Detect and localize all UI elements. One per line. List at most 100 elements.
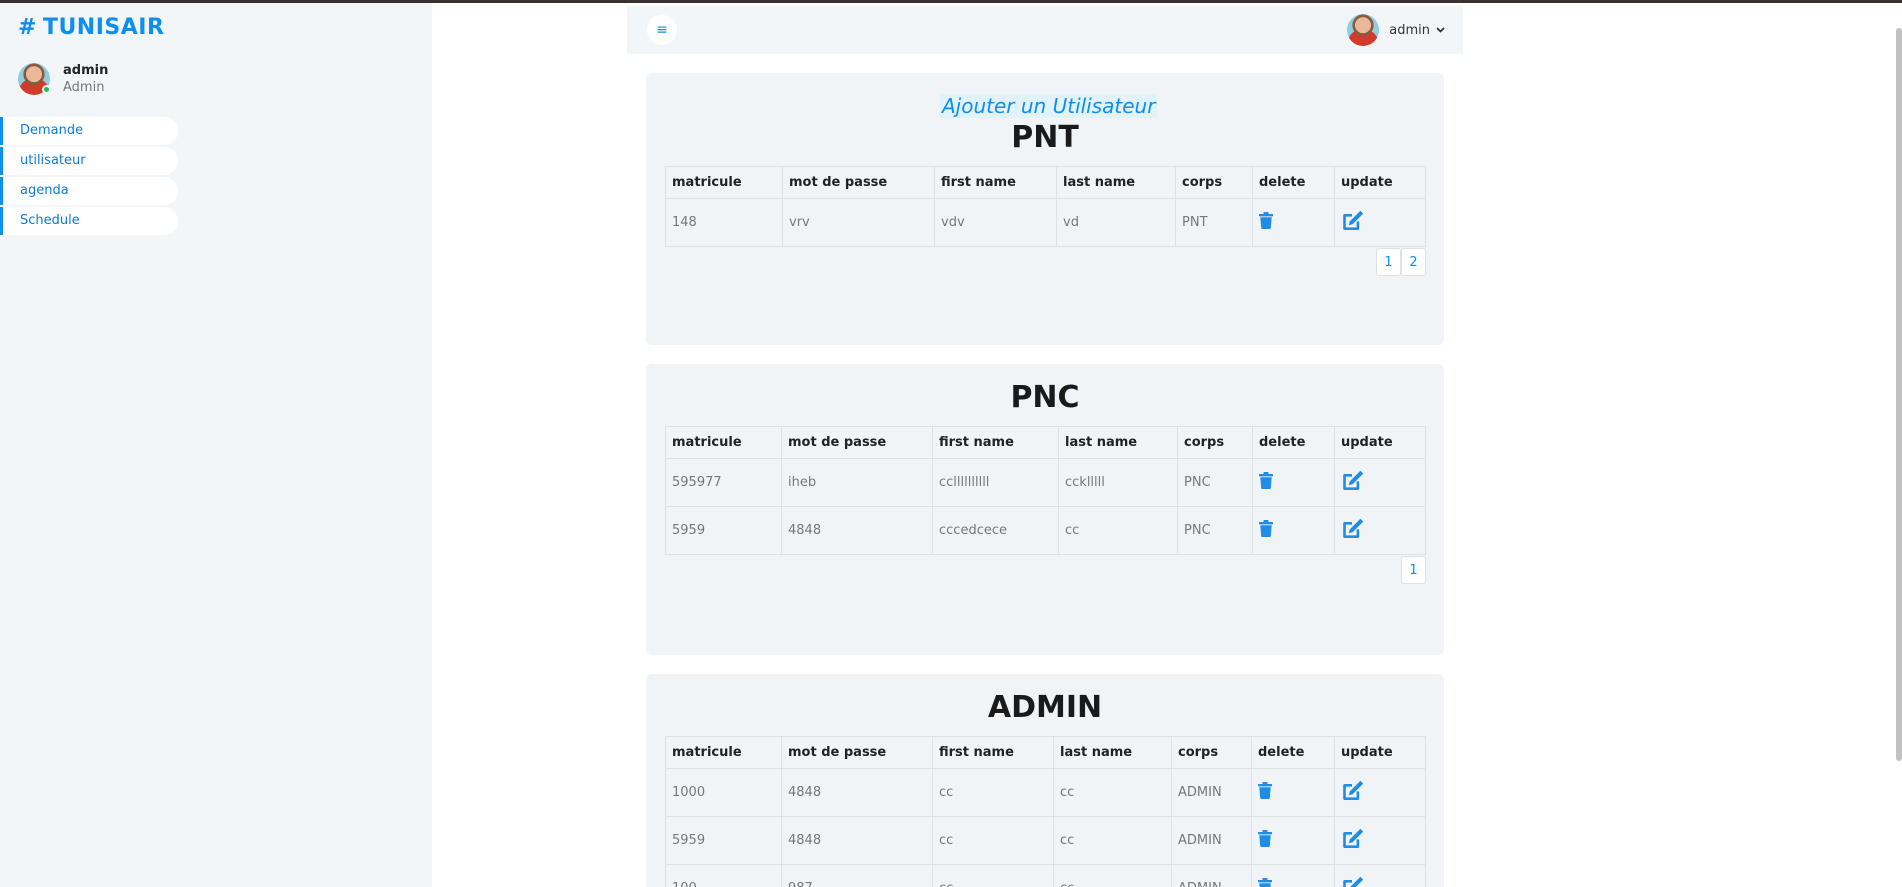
- column-header-update: update: [1334, 166, 1426, 199]
- table-header-row: matricule mot de passe first name last n…: [665, 166, 1426, 199]
- cell-first-name: cccedcece: [932, 506, 1059, 555]
- cell-password: 4848: [781, 768, 933, 817]
- sidebar-nav: Demande utilisateur agenda Schedule: [0, 117, 178, 237]
- table-row: 5959 4848 cc cc ADMIN: [665, 816, 1426, 865]
- pnt-section-card: Ajouter un Utilisateur PNT matricule mot…: [646, 73, 1444, 345]
- hash-icon: #: [18, 15, 37, 40]
- sidebar-item-schedule[interactable]: Schedule: [0, 207, 178, 235]
- column-header-matricule: matricule: [665, 736, 782, 769]
- menu-toggle-button[interactable]: ≡: [647, 15, 677, 45]
- page-button-1[interactable]: 1: [1401, 556, 1426, 584]
- section-title-pnt: PNT: [1011, 120, 1079, 155]
- cell-first-name: cc: [932, 768, 1054, 817]
- edit-icon[interactable]: [1341, 780, 1364, 805]
- cell-last-name: cc: [1053, 816, 1172, 865]
- sidebar-user-role: Admin: [63, 80, 105, 95]
- cell-matricule: 1000: [665, 768, 782, 817]
- sidebar: # TUNISAIR admin Admin Demande utilisateu…: [0, 3, 432, 887]
- cell-matricule: 595977: [665, 458, 782, 507]
- cell-password: 4848: [781, 816, 933, 865]
- online-status-dot: [42, 85, 51, 94]
- column-header-last-name: last name: [1058, 426, 1178, 459]
- header-user-name: admin: [1389, 22, 1430, 38]
- page-button-2[interactable]: 2: [1401, 248, 1426, 276]
- cell-update: [1334, 458, 1426, 507]
- cell-update: [1334, 768, 1426, 817]
- cell-update: [1334, 816, 1426, 865]
- avatar: [18, 63, 51, 95]
- cell-corps: ADMIN: [1171, 816, 1252, 865]
- pnt-table: matricule mot de passe first name last n…: [665, 166, 1426, 247]
- brand-logo[interactable]: # TUNISAIR: [18, 15, 164, 40]
- pnc-pagination: 1: [1401, 556, 1426, 584]
- trash-icon[interactable]: [1258, 878, 1272, 887]
- cell-corps: PNT: [1175, 198, 1253, 247]
- cell-delete: [1251, 864, 1335, 887]
- column-header-mot-de-passe: mot de passe: [782, 166, 935, 199]
- column-header-last-name: last name: [1056, 166, 1176, 199]
- header-avatar: [1347, 14, 1380, 46]
- column-header-mot-de-passe: mot de passe: [781, 736, 933, 769]
- table-row: 100 987 cc cc ADMIN: [665, 864, 1426, 887]
- edit-icon[interactable]: [1341, 210, 1364, 235]
- trash-icon[interactable]: [1259, 212, 1273, 233]
- cell-last-name: cc: [1053, 864, 1172, 887]
- column-header-first-name: first name: [932, 736, 1054, 769]
- cell-update: [1334, 864, 1426, 887]
- cell-delete: [1251, 816, 1335, 865]
- add-user-link[interactable]: Ajouter un Utilisateur: [940, 94, 1158, 118]
- brand-name: TUNISAIR: [42, 15, 165, 40]
- table-header-row: matricule mot de passe first name last n…: [665, 426, 1426, 459]
- column-header-corps: corps: [1175, 166, 1253, 199]
- trash-icon[interactable]: [1258, 830, 1272, 851]
- chevron-down-icon: [1436, 25, 1445, 36]
- pnc-table: matricule mot de passe first name last n…: [665, 426, 1426, 555]
- column-header-matricule: matricule: [665, 166, 783, 199]
- top-header: ≡ admin: [627, 6, 1463, 54]
- page-button-1[interactable]: 1: [1376, 248, 1401, 276]
- table-row: 5959 4848 cccedcece cc PNC: [665, 506, 1426, 555]
- hamburger-icon: ≡: [656, 22, 668, 38]
- cell-matricule: 100: [665, 864, 782, 887]
- cell-password: 4848: [781, 506, 933, 555]
- sidebar-item-utilisateur[interactable]: utilisateur: [0, 147, 178, 175]
- trash-icon[interactable]: [1259, 520, 1273, 541]
- cell-password: iheb: [781, 458, 933, 507]
- section-title-pnc: PNC: [1010, 380, 1080, 415]
- pnt-pagination: 1 2: [1376, 248, 1426, 276]
- cell-matricule: 148: [665, 198, 783, 247]
- column-header-first-name: first name: [934, 166, 1057, 199]
- admin-section-card: ADMIN matricule mot de passe first name …: [646, 674, 1444, 887]
- trash-icon[interactable]: [1258, 782, 1272, 803]
- cell-delete: [1252, 198, 1335, 247]
- trash-icon[interactable]: [1259, 472, 1273, 493]
- cell-last-name: cc: [1053, 768, 1172, 817]
- section-title-admin: ADMIN: [987, 690, 1103, 725]
- edit-icon[interactable]: [1341, 876, 1364, 887]
- table-row: 595977 iheb ccllllllllll ccklllll PNC: [665, 458, 1426, 507]
- table-row: 148 vrv vdv vd PNT: [665, 198, 1426, 247]
- cell-last-name: ccklllll: [1058, 458, 1178, 507]
- column-header-corps: corps: [1171, 736, 1252, 769]
- cell-first-name: ccllllllllll: [932, 458, 1059, 507]
- cell-update: [1334, 198, 1426, 247]
- sidebar-user-name: admin: [63, 63, 109, 78]
- page-scrollbar[interactable]: [1896, 28, 1902, 761]
- column-header-update: update: [1334, 426, 1426, 459]
- sidebar-item-agenda[interactable]: agenda: [0, 177, 178, 205]
- edit-icon[interactable]: [1341, 828, 1364, 853]
- cell-delete: [1252, 458, 1335, 507]
- user-menu-dropdown[interactable]: admin: [1347, 14, 1445, 46]
- cell-password: vrv: [782, 198, 935, 247]
- cell-first-name: vdv: [934, 198, 1057, 247]
- admin-table: matricule mot de passe first name last n…: [665, 736, 1426, 887]
- sidebar-item-demande[interactable]: Demande: [0, 117, 178, 145]
- edit-icon[interactable]: [1341, 518, 1364, 543]
- pnc-section-card: PNC matricule mot de passe first name la…: [646, 364, 1444, 655]
- cell-last-name: vd: [1056, 198, 1176, 247]
- column-header-delete: delete: [1252, 426, 1335, 459]
- cell-update: [1334, 506, 1426, 555]
- edit-icon[interactable]: [1341, 470, 1364, 495]
- cell-corps: ADMIN: [1171, 864, 1252, 887]
- cell-delete: [1252, 506, 1335, 555]
